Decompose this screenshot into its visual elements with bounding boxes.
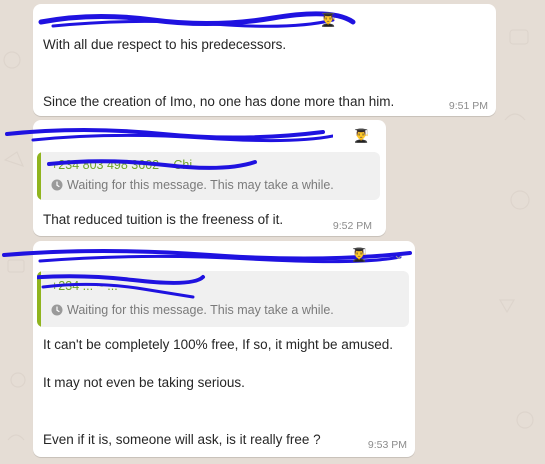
message-text-line: That reduced tuition is the freeness of … <box>43 212 284 227</box>
sender-avatar-emoji: 👨‍🎓 <box>351 247 368 262</box>
message-text-line: It may not even be taking serious. <box>43 375 245 390</box>
waiting-text: Waiting for this message. This may take … <box>67 178 334 192</box>
waiting-text: Waiting for this message. This may take … <box>67 303 334 317</box>
waiting-notice: Waiting for this message. This may take … <box>51 178 334 192</box>
clock-icon <box>51 179 63 191</box>
quoted-message[interactable]: +234 803 498 3602 ~ Chi... Waiting for t… <box>37 152 380 200</box>
sender-avatar-emoji: 👨‍🎓 <box>353 128 370 143</box>
sender-avatar-emoji: 👨‍🎓 <box>320 12 337 27</box>
message-timestamp: 9:53 PM <box>367 439 407 451</box>
redacted-sender-name <box>5 128 333 143</box>
message-bubble-3[interactable]: 👨‍🎓 ⌄ +234 ... ~ ... Waiting for this me… <box>2 241 415 457</box>
redacted-quoted-sender <box>47 159 257 170</box>
quote-accent-bar <box>37 152 41 200</box>
waiting-notice: Waiting for this message. This may take … <box>51 303 334 317</box>
message-text-line: It can't be completely 100% free, If so,… <box>43 337 394 352</box>
message-timestamp: 9:51 PM <box>448 100 488 112</box>
message-text-line: Since the creation of Imo, no one has do… <box>43 94 395 109</box>
clock-icon <box>51 304 63 316</box>
redacted-quoted-sender <box>37 274 205 299</box>
message-text-line: With all due respect to his predecessors… <box>43 37 287 52</box>
message-bubble-1[interactable]: 👨‍🎓 With all due respect to his predeces… <box>33 4 496 116</box>
message-text-line: Even if it is, someone will ask, is it r… <box>43 432 321 447</box>
quoted-message[interactable]: +234 ... ~ ... Waiting for this message.… <box>37 271 409 327</box>
chevron-down-icon[interactable]: ⌄ <box>393 247 404 263</box>
redacted-sender-name <box>38 11 356 28</box>
message-timestamp: 9:52 PM <box>332 220 372 232</box>
message-bubble-2[interactable]: 👨‍🎓 +234 803 498 3602 ~ Chi... Waiting f… <box>5 120 386 236</box>
